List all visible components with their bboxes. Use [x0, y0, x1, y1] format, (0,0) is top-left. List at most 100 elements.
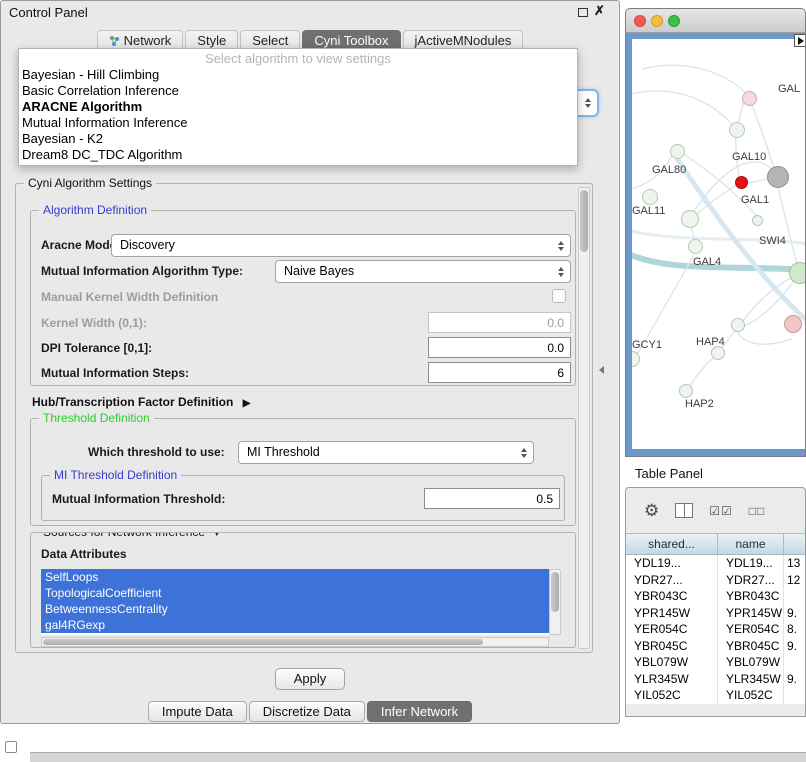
mi-type-label: Mutual Information Algorithm Type: [41, 264, 243, 278]
cell[interactable]: YDR27... [718, 572, 784, 589]
network-node[interactable] [688, 239, 703, 254]
scrollbar-thumb[interactable] [551, 572, 559, 612]
cell[interactable]: 9. [784, 605, 805, 622]
network-node[interactable] [711, 346, 725, 360]
network-window-titlebar[interactable] [626, 9, 805, 33]
cell[interactable]: YDR27... [626, 572, 718, 589]
column-header-clipped[interactable] [784, 534, 805, 554]
cell[interactable]: YIL052C [626, 687, 718, 704]
mi-threshold-field[interactable] [424, 488, 560, 509]
cell[interactable]: YER054C [718, 621, 784, 638]
apply-button[interactable]: Apply [275, 668, 345, 690]
table-row[interactable]: YDL19...YDL19...13 [626, 555, 805, 572]
network-node-selected[interactable] [735, 176, 748, 189]
table-row[interactable]: YLR345WYLR345W9. [626, 671, 805, 688]
network-node[interactable] [642, 189, 658, 205]
select-all-icon[interactable]: ☑☑ [709, 505, 733, 517]
attributes-hscrollbar[interactable] [41, 637, 549, 647]
cell[interactable]: 12 [784, 572, 805, 589]
network-node[interactable] [670, 144, 685, 159]
dropdown-item-highlighted[interactable]: ARACNE Algorithm [19, 99, 577, 115]
network-node[interactable] [742, 91, 757, 106]
float-window-icon[interactable] [578, 8, 588, 17]
dropdown-item[interactable]: Mutual Information Inference [19, 115, 577, 131]
minimize-traffic-light[interactable] [651, 15, 663, 27]
dropdown-item[interactable]: Bayesian - K2 [19, 131, 577, 147]
cell[interactable]: 8. [784, 621, 805, 638]
deselect-all-icon[interactable]: □□ [749, 505, 766, 517]
column-header-name[interactable]: name [718, 534, 784, 554]
attribute-item-selected[interactable]: SelfLoops [41, 569, 549, 585]
attributes-vscrollbar[interactable] [549, 569, 561, 635]
cell[interactable]: 9. [784, 671, 805, 688]
cell[interactable]: YBR045C [718, 638, 784, 655]
cell[interactable]: YER054C [626, 621, 718, 638]
hub-tf-definition-toggle[interactable]: Hub/Transcription Factor Definition ▶ [32, 395, 250, 409]
attribute-item-selected[interactable]: gal4RGexp [41, 617, 549, 633]
tab-discretize-data[interactable]: Discretize Data [249, 701, 365, 722]
network-node[interactable] [679, 384, 693, 398]
minimized-panel-icon[interactable] [5, 741, 17, 753]
group-title: Threshold Definition [39, 411, 154, 425]
cell[interactable]: 13 [784, 555, 805, 572]
cell[interactable]: YBL079W [718, 654, 784, 671]
gear-icon[interactable]: ⚙ [644, 502, 659, 519]
sources-group-toggle[interactable]: Sources for Network Inference ▼ [39, 532, 225, 539]
scrollbar-thumb[interactable] [580, 190, 588, 252]
table-row[interactable]: YBR045CYBR045C9. [626, 638, 805, 655]
settings-scrollbar[interactable] [578, 187, 590, 649]
split-pane-handle[interactable] [599, 366, 604, 374]
cell[interactable]: YDL19... [718, 555, 784, 572]
cell[interactable]: YBL079W [626, 654, 718, 671]
hub-tf-label: Hub/Transcription Factor Definition [32, 395, 233, 409]
cell[interactable]: YPR145W [718, 605, 784, 622]
network-node[interactable] [731, 318, 745, 332]
network-node[interactable] [681, 210, 699, 228]
table-row[interactable]: YPR145WYPR145W9. [626, 605, 805, 622]
mi-type-select[interactable]: Naive Bayes [275, 260, 571, 283]
cell[interactable]: YBR045C [626, 638, 718, 655]
zoom-traffic-light[interactable] [668, 15, 680, 27]
network-view-window: GAL GAL80 GAL10 GAL11 GAL1 SWI4 GAL4 GCY… [625, 8, 806, 457]
attribute-item-selected[interactable]: BetweennessCentrality [41, 601, 549, 617]
birdseye-toggle[interactable] [794, 34, 806, 47]
cell[interactable] [784, 687, 805, 704]
network-node[interactable] [784, 315, 802, 333]
cell[interactable] [784, 588, 805, 605]
table-row[interactable]: YER054CYER054C8. [626, 621, 805, 638]
network-node[interactable] [729, 122, 745, 138]
dropdown-item[interactable]: Dream8 DC_TDC Algorithm [19, 147, 577, 163]
cell[interactable]: YIL052C [718, 687, 784, 704]
cell[interactable]: YLR345W [718, 671, 784, 688]
table-row[interactable]: YIL052CYIL052C [626, 687, 805, 704]
table-row[interactable]: YDR27...YDR27...12 [626, 572, 805, 589]
column-header-shared-name[interactable]: shared... [626, 534, 718, 554]
tab-infer-network[interactable]: Infer Network [367, 701, 472, 722]
cell[interactable]: YPR145W [626, 605, 718, 622]
dropdown-item[interactable]: Bayesian - Hill Climbing [19, 67, 577, 83]
close-traffic-light[interactable] [634, 15, 646, 27]
cell[interactable]: 9. [784, 638, 805, 655]
dropdown-item[interactable]: Basic Correlation Inference [19, 83, 577, 99]
attribute-item-selected[interactable]: TopologicalCoefficient [41, 585, 549, 601]
network-node[interactable] [767, 166, 789, 188]
table-row[interactable]: YBL079WYBL079W [626, 654, 805, 671]
chevron-down-icon: ▼ [212, 532, 221, 538]
which-threshold-select[interactable]: MI Threshold [238, 441, 534, 464]
network-node[interactable] [752, 215, 763, 226]
table-row[interactable]: YBR043CYBR043C [626, 588, 805, 605]
cell[interactable]: YBR043C [718, 588, 784, 605]
cell[interactable] [784, 654, 805, 671]
tab-impute-data[interactable]: Impute Data [148, 701, 247, 722]
select-columns-icon[interactable] [675, 503, 693, 518]
cell[interactable]: YLR345W [626, 671, 718, 688]
mi-steps-field[interactable] [428, 362, 571, 383]
cell[interactable]: YBR043C [626, 588, 718, 605]
cell[interactable]: YDL19... [626, 555, 718, 572]
aracne-mode-select[interactable]: Discovery [111, 234, 571, 257]
dpi-tolerance-field[interactable] [428, 337, 571, 358]
close-icon[interactable]: ✗ [594, 3, 605, 19]
scrollbar-thumb[interactable] [43, 639, 483, 645]
network-node[interactable] [789, 262, 806, 284]
network-canvas[interactable]: GAL GAL80 GAL10 GAL11 GAL1 SWI4 GAL4 GCY… [632, 39, 806, 449]
